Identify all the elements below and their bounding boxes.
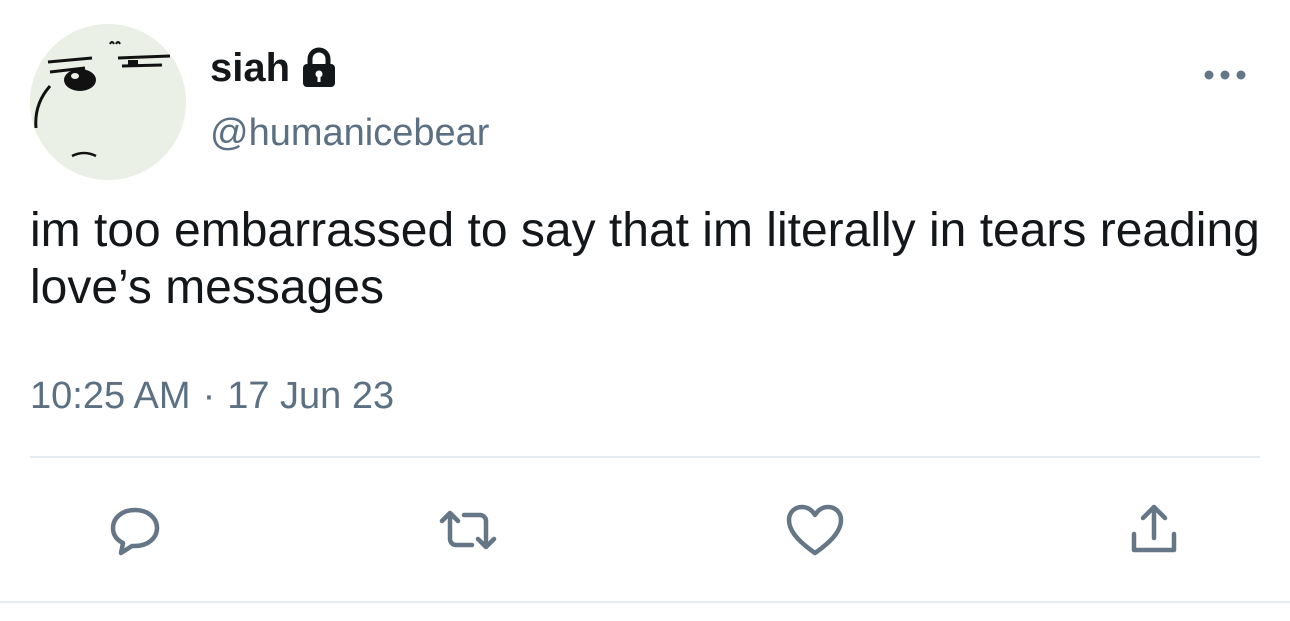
- divider: [30, 456, 1260, 458]
- tweet-text: im too embarrassed to say that im litera…: [30, 204, 1260, 314]
- user-handle[interactable]: @humanicebear: [210, 110, 489, 156]
- like-button[interactable]: [785, 500, 845, 560]
- tweet-timestamp[interactable]: 10:25 AM · 17 Jun 23: [30, 372, 394, 420]
- tweet-time: 10:25 AM: [30, 375, 191, 417]
- heart-icon: [786, 504, 844, 556]
- share-button[interactable]: [1124, 500, 1184, 560]
- retweet-arrows-icon: [439, 510, 497, 550]
- retweet-button[interactable]: [438, 500, 498, 560]
- bottom-divider: [0, 601, 1290, 603]
- more-options-button[interactable]: [1190, 60, 1260, 90]
- ellipsis-icon: [1204, 70, 1246, 80]
- share-upload-icon: [1131, 504, 1177, 553]
- display-name[interactable]: siah: [210, 48, 290, 88]
- lock-icon: [300, 47, 338, 89]
- author-name-row: siah: [210, 40, 338, 96]
- ice-bear-face-avatar: [30, 24, 186, 180]
- reply-button[interactable]: [106, 500, 166, 560]
- speech-bubble-icon: [110, 507, 160, 556]
- tweet-date: 17 Jun 23: [227, 375, 395, 417]
- avatar[interactable]: [30, 24, 186, 180]
- timestamp-separator: ·: [202, 375, 216, 417]
